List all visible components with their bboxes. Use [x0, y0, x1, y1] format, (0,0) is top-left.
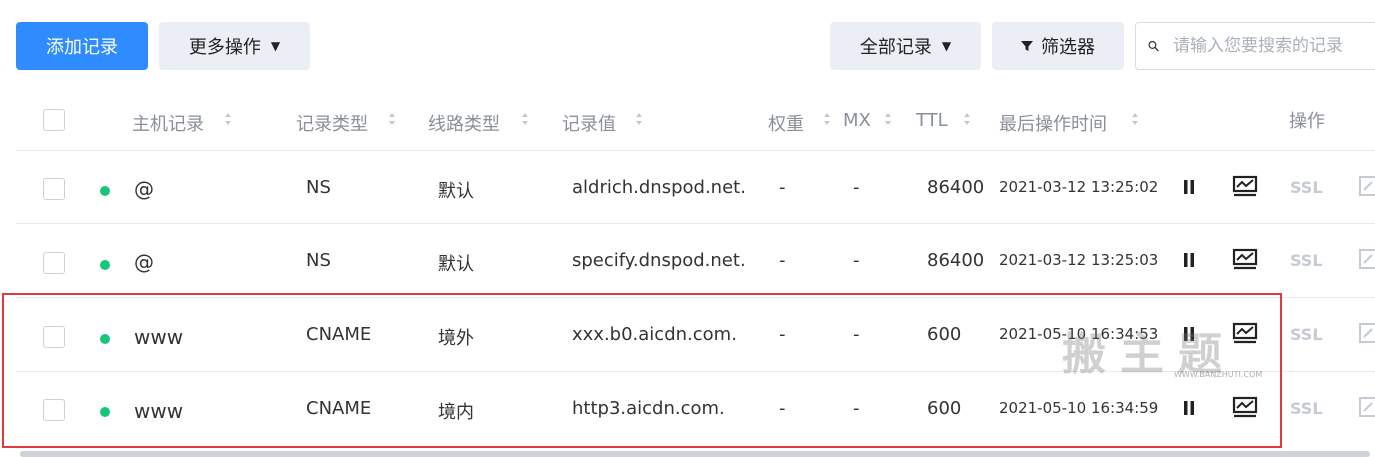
mx-cell: - — [853, 398, 860, 419]
pause-icon[interactable] — [1182, 326, 1196, 342]
edit-icon[interactable] — [1358, 248, 1375, 270]
funnel-icon — [1021, 41, 1033, 51]
column-header-value[interactable]: 记录值 — [562, 110, 616, 136]
line-cell: 境外 — [438, 328, 474, 349]
row-checkbox[interactable] — [43, 178, 65, 200]
table-row[interactable]: @ NS 默认 specify.dnspod.net. - - 86400 20… — [0, 224, 1375, 298]
time-cell: 2021-05-10 16:34:53 — [999, 325, 1159, 343]
pause-icon[interactable] — [1182, 179, 1196, 195]
edit-icon[interactable] — [1358, 396, 1375, 418]
sort-icon[interactable] — [635, 111, 643, 127]
filter-button[interactable]: 筛选器 — [992, 22, 1124, 70]
sort-icon[interactable] — [1131, 111, 1139, 127]
monitor-icon[interactable] — [1232, 396, 1258, 420]
ssl-button[interactable]: SSL — [1290, 178, 1323, 197]
filter-label: 筛选器 — [1041, 37, 1095, 58]
row-checkbox[interactable] — [43, 399, 65, 421]
all-records-dropdown[interactable]: 全部记录 ▼ — [830, 22, 981, 70]
monitor-icon[interactable] — [1232, 175, 1258, 199]
column-header-time[interactable]: 最后操作时间 — [999, 110, 1107, 136]
sort-icon[interactable] — [884, 111, 892, 127]
add-record-button[interactable]: 添加记录 — [16, 22, 148, 70]
ssl-button[interactable]: SSL — [1290, 251, 1323, 270]
edit-icon[interactable] — [1358, 175, 1375, 197]
sort-icon[interactable] — [963, 111, 971, 127]
column-header-weight[interactable]: 权重 — [768, 110, 804, 136]
column-header-host[interactable]: 主机记录 — [132, 110, 204, 136]
weight-cell: - — [779, 398, 786, 419]
line-cell: 境内 — [438, 402, 474, 423]
pause-icon[interactable] — [1182, 252, 1196, 268]
row-checkbox[interactable] — [43, 326, 65, 348]
monitor-icon[interactable] — [1232, 248, 1258, 272]
host-cell: www — [134, 399, 184, 423]
type-cell: NS — [306, 250, 331, 271]
table-row[interactable]: @ NS 默认 aldrich.dnspod.net. - - 86400 20… — [0, 150, 1375, 224]
weight-cell: - — [779, 250, 786, 271]
search-icon — [1148, 41, 1159, 52]
mx-cell: - — [853, 250, 860, 271]
all-records-label: 全部记录 — [859, 37, 932, 58]
host-cell: www — [134, 325, 184, 349]
line-cell: 默认 — [438, 181, 474, 202]
search-input[interactable] — [1171, 35, 1375, 57]
type-cell: NS — [306, 177, 331, 198]
row-checkbox[interactable] — [43, 252, 65, 274]
horizontal-scrollbar[interactable] — [20, 451, 1370, 457]
time-cell: 2021-03-12 13:25:03 — [999, 251, 1159, 269]
line-cell: 默认 — [438, 254, 474, 275]
value-cell: xxx.b0.aicdn.com. — [572, 324, 737, 345]
table-row[interactable]: www CNAME 境内 http3.aicdn.com. - - 600 20… — [0, 372, 1375, 446]
search-box[interactable] — [1135, 22, 1375, 70]
column-header-actions: 操作 — [1289, 111, 1325, 132]
column-header-line[interactable]: 线路类型 — [428, 110, 500, 136]
time-cell: 2021-05-10 16:34:59 — [999, 399, 1159, 417]
column-header-mx[interactable]: MX — [843, 110, 871, 131]
monitor-icon[interactable] — [1232, 322, 1258, 346]
ssl-button[interactable]: SSL — [1290, 325, 1323, 344]
value-cell: http3.aicdn.com. — [572, 398, 725, 419]
status-dot — [100, 260, 110, 270]
time-cell: 2021-03-12 13:25:02 — [999, 178, 1159, 196]
pause-icon[interactable] — [1182, 400, 1196, 416]
ttl-cell: 600 — [927, 398, 962, 419]
table-row[interactable]: www CNAME 境外 xxx.b0.aicdn.com. - - 600 2… — [0, 298, 1375, 372]
status-dot — [100, 334, 110, 344]
sort-icon[interactable] — [521, 111, 529, 127]
type-cell: CNAME — [306, 398, 372, 419]
status-dot — [100, 407, 110, 417]
type-cell: CNAME — [306, 324, 372, 345]
host-cell: @ — [134, 177, 154, 201]
more-actions-button[interactable]: 更多操作 ▼ — [159, 22, 310, 70]
weight-cell: - — [779, 177, 786, 198]
value-cell: specify.dnspod.net. — [572, 250, 746, 271]
status-dot — [100, 186, 110, 196]
ttl-cell: 86400 — [927, 177, 985, 198]
sort-icon[interactable] — [224, 111, 232, 127]
ssl-button[interactable]: SSL — [1290, 399, 1323, 418]
weight-cell: - — [779, 324, 786, 345]
sort-icon[interactable] — [823, 111, 831, 127]
caret-down-icon: ▼ — [270, 39, 281, 53]
select-all-checkbox[interactable] — [43, 109, 65, 131]
mx-cell: - — [853, 177, 860, 198]
more-actions-label: 更多操作 — [188, 37, 261, 58]
ttl-cell: 86400 — [927, 250, 985, 271]
sort-icon[interactable] — [388, 111, 396, 127]
add-record-label: 添加记录 — [46, 37, 118, 58]
mx-cell: - — [853, 324, 860, 345]
column-header-type[interactable]: 记录类型 — [296, 110, 368, 136]
column-header-ttl[interactable]: TTL — [916, 110, 948, 131]
host-cell: @ — [134, 250, 154, 274]
caret-down-icon: ▼ — [941, 39, 952, 53]
edit-icon[interactable] — [1358, 322, 1375, 344]
ttl-cell: 600 — [927, 324, 962, 345]
value-cell: aldrich.dnspod.net. — [572, 177, 746, 198]
